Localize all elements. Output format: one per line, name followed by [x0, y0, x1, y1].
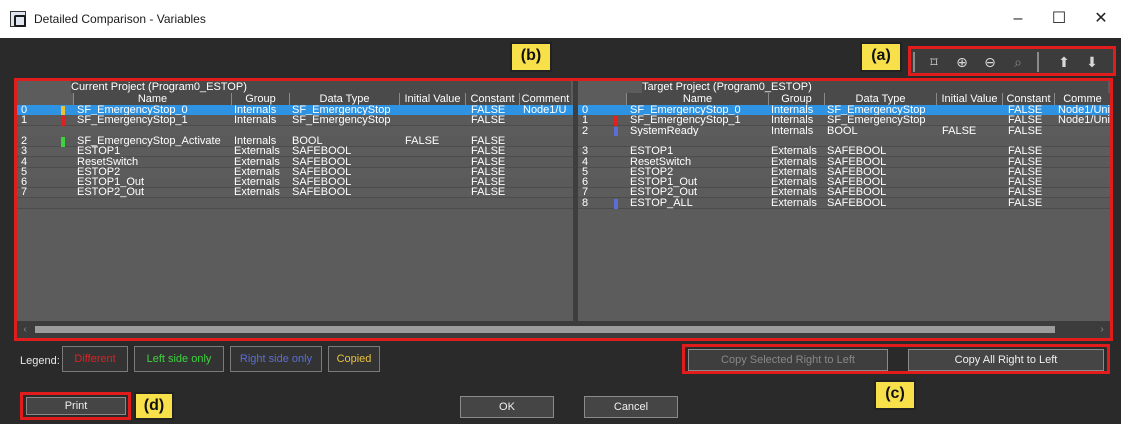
horizontal-scrollbar[interactable]: ‹ ›: [17, 321, 1110, 338]
column-header-data-type[interactable]: Data Type: [289, 93, 399, 105]
legend-copied: Copied: [328, 346, 380, 372]
column-header-initial-value[interactable]: Initial Value: [936, 93, 1002, 105]
callout-c: (c): [874, 380, 916, 410]
fit-window-icon[interactable]: ⌑: [923, 52, 945, 72]
variable-name-cell: [77, 198, 231, 209]
window-title: Detailed Comparison - Variables: [34, 12, 206, 26]
view-toolbar: ⌑ ⊕ ⊖ ⌕ ⬆ ⬇: [908, 46, 1116, 76]
table-row[interactable]: [17, 197, 573, 209]
row-index-cell: 8: [582, 197, 589, 209]
close-button[interactable]: ✕: [1081, 6, 1121, 32]
comparison-grid: Current Project (Program0_ESTOP) Name Gro…: [14, 78, 1113, 341]
app-icon: [10, 11, 26, 27]
zoom-out-icon[interactable]: ⊖: [979, 52, 1001, 72]
column-header-group[interactable]: Group: [231, 93, 289, 105]
target-project-title: Target Project (Program0_ESTOP): [642, 81, 1108, 93]
copy-all-right-to-left-button[interactable]: Copy All Right to Left: [908, 349, 1104, 371]
print-button[interactable]: Print: [26, 397, 126, 415]
minimize-button[interactable]: –: [998, 6, 1038, 32]
ok-button[interactable]: OK: [460, 396, 554, 418]
maximize-button[interactable]: ☐: [1039, 6, 1079, 32]
toolbar-separator: [1037, 52, 1039, 72]
scroll-left-icon[interactable]: ‹: [20, 324, 30, 335]
column-header-name[interactable]: Name: [73, 93, 231, 105]
constant-value-cell: [471, 198, 519, 209]
comment-cell: [523, 198, 571, 209]
initial-value-cell: [405, 198, 465, 209]
target-project-pane: Target Project (Program0_ESTOP) Name Grou…: [578, 81, 1110, 321]
scroll-right-icon[interactable]: ›: [1097, 324, 1107, 335]
row-index-cell: [21, 198, 41, 209]
current-project-title: Current Project (Program0_ESTOP): [71, 81, 571, 93]
legend-right-only: Right side only: [230, 346, 322, 372]
constant-value-cell: FALSE: [1008, 197, 1043, 209]
column-header-comment[interactable]: Comment: [519, 93, 571, 105]
cancel-button[interactable]: Cancel: [584, 396, 678, 418]
toolbar-separator: [913, 52, 915, 72]
column-header-constant[interactable]: Constant: [1002, 93, 1054, 105]
variable-group-cell: Externals: [771, 197, 817, 209]
arrow-up-icon[interactable]: ⬆: [1053, 52, 1075, 72]
callout-b: (b): [510, 42, 552, 72]
diff-marker: [614, 198, 618, 209]
zoom-100-icon[interactable]: ⌕: [1007, 52, 1029, 72]
data-type-cell: [292, 198, 399, 209]
legend-different: Different: [62, 346, 128, 372]
column-header-comment[interactable]: Comme: [1054, 93, 1110, 105]
zoom-in-icon[interactable]: ⊕: [951, 52, 973, 72]
data-type-cell: SAFEBOOL: [827, 197, 887, 209]
legend-left-only: Left side only: [134, 346, 224, 372]
table-row[interactable]: 8 ESTOP_ALL Externals SAFEBOOL FALSE: [578, 197, 1110, 209]
window-titlebar: Detailed Comparison - Variables – ☐ ✕: [0, 0, 1121, 38]
current-project-pane: Current Project (Program0_ESTOP) Name Gro…: [17, 81, 573, 321]
column-header-initial-value[interactable]: Initial Value: [399, 93, 465, 105]
scrollbar-thumb[interactable]: [35, 326, 1055, 333]
column-header-constant[interactable]: Constant: [465, 93, 519, 105]
variable-name-cell: ESTOP_ALL: [630, 197, 693, 209]
initial-value-cell: [942, 198, 1002, 209]
copy-selected-right-to-left-button[interactable]: Copy Selected Right to Left: [688, 349, 888, 371]
comment-cell: [1058, 198, 1110, 209]
callout-a: (a): [860, 42, 902, 72]
column-header-data-type[interactable]: Data Type: [824, 93, 936, 105]
variable-group-cell: [234, 198, 289, 209]
legend-title: Legend:: [20, 355, 60, 367]
column-header-name[interactable]: Name: [626, 93, 768, 105]
arrow-down-icon[interactable]: ⬇: [1081, 52, 1103, 72]
callout-d: (d): [134, 392, 174, 420]
column-header-group[interactable]: Group: [768, 93, 824, 105]
